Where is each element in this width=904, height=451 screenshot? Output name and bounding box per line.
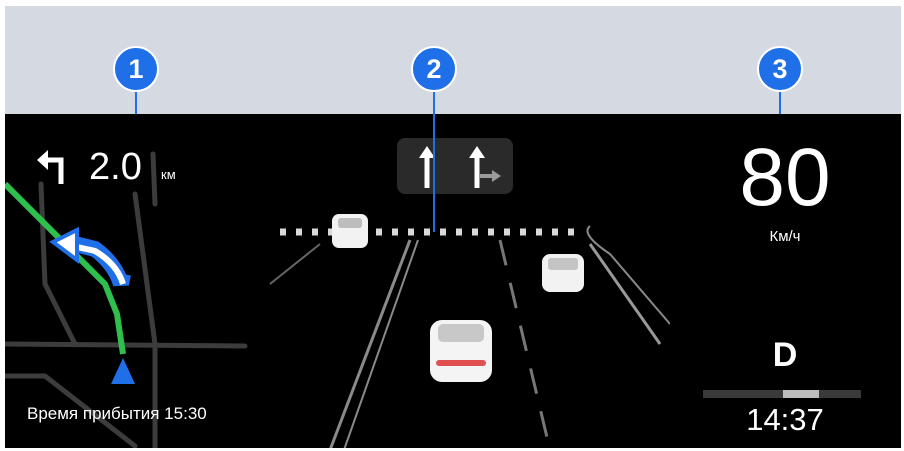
clock-time: 14:37 bbox=[746, 402, 824, 437]
vehicle-right-lane bbox=[542, 254, 584, 292]
lane-guidance bbox=[397, 138, 513, 194]
callout-1: 1 bbox=[113, 46, 159, 92]
gear-position-bar bbox=[703, 390, 861, 398]
gear-bar-segment bbox=[819, 390, 861, 398]
gear-bar-segment bbox=[703, 390, 783, 398]
gear-indicator: D bbox=[772, 336, 798, 374]
arrival-time-label: Время прибытия 15:30 bbox=[27, 404, 207, 423]
screenshot-frame: 1 2 3 2.0 км Время прибытия 15:30 80 Км/… bbox=[5, 6, 901, 448]
callout-3: 3 bbox=[757, 46, 803, 92]
navigation-panel: 2.0 км Время прибытия 15:30 bbox=[5, 114, 255, 448]
ego-vehicle bbox=[430, 320, 492, 382]
callout-2: 2 bbox=[411, 46, 457, 92]
dashboard-display: 2.0 км Время прибытия 15:30 80 Км/ч D 14… bbox=[5, 114, 901, 448]
vehicle-left-ahead bbox=[332, 214, 368, 248]
gear-bar-active-segment bbox=[783, 390, 819, 398]
callout-2-line bbox=[433, 92, 435, 232]
lane-straight-right-icon bbox=[469, 146, 501, 188]
speed-value: 80 bbox=[739, 132, 831, 223]
mini-map bbox=[5, 151, 248, 448]
speed-unit: Км/ч bbox=[769, 228, 801, 245]
